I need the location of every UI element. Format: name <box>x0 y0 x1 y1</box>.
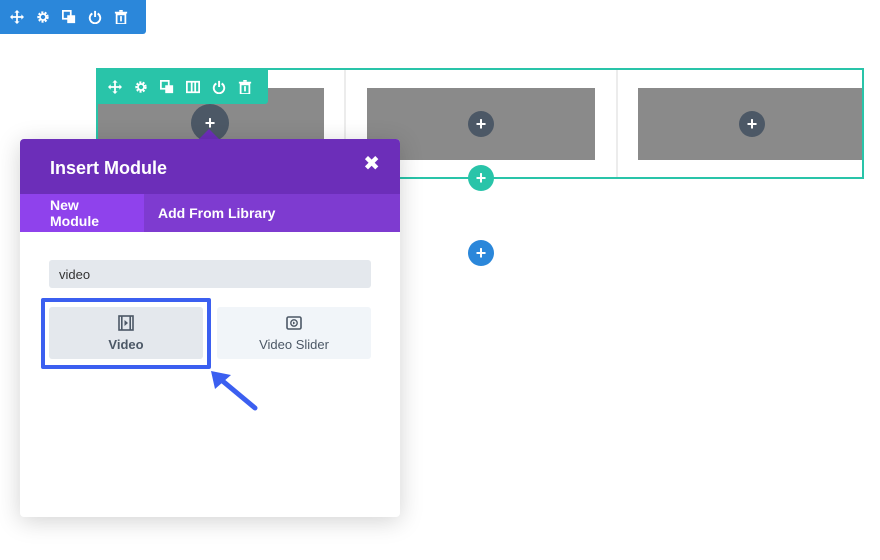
power-icon[interactable] <box>86 8 104 26</box>
trash-icon[interactable] <box>112 8 130 26</box>
columns-icon[interactable] <box>184 78 202 96</box>
modal-header: Insert Module ✖ <box>20 139 400 194</box>
column-divider <box>616 70 618 177</box>
row-toolbar <box>98 70 268 104</box>
trash-icon[interactable] <box>236 78 254 96</box>
gear-icon[interactable] <box>132 78 150 96</box>
add-section-button[interactable]: + <box>468 240 494 266</box>
close-icon[interactable]: ✖ <box>363 154 380 174</box>
arrow-annotation-icon <box>211 371 258 411</box>
power-icon[interactable] <box>210 78 228 96</box>
section-toolbar <box>0 0 146 34</box>
move-icon[interactable] <box>8 8 26 26</box>
modal-title: Insert Module <box>50 158 168 178</box>
gear-icon[interactable] <box>34 8 52 26</box>
highlight-annotation <box>41 298 211 369</box>
tab-add-from-library[interactable]: Add From Library <box>144 194 289 232</box>
module-video-slider[interactable]: Video Slider <box>217 307 371 359</box>
add-row-button[interactable]: + <box>468 165 494 191</box>
module-label: Video Slider <box>259 336 329 352</box>
video-slider-icon <box>286 315 302 330</box>
modal-tabs: New Module Add From Library <box>20 194 400 232</box>
add-module-button-column-3[interactable]: + <box>739 111 765 137</box>
duplicate-icon[interactable] <box>158 78 176 96</box>
move-icon[interactable] <box>106 78 124 96</box>
add-module-button-column-2[interactable]: + <box>468 111 494 137</box>
module-search-input[interactable] <box>49 260 371 288</box>
tab-new-module[interactable]: New Module <box>20 194 144 232</box>
duplicate-icon[interactable] <box>60 8 78 26</box>
